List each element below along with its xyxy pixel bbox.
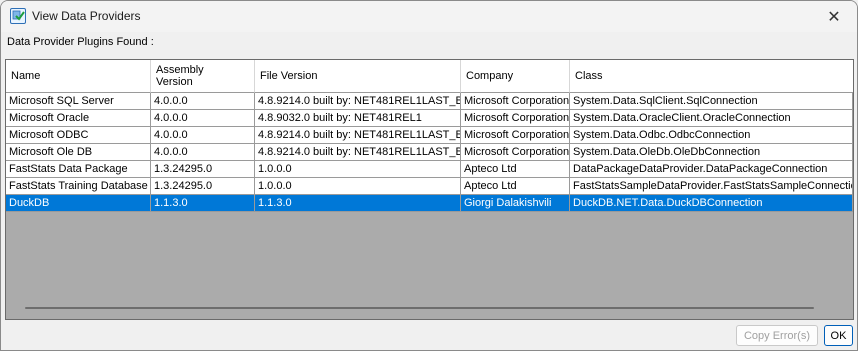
view-data-providers-dialog: View Data Providers ✕ Data Provider Plug…	[0, 0, 858, 351]
cell-file-version[interactable]: 4.8.9032.0 built by: NET481REL1	[255, 110, 461, 127]
cell-file-version[interactable]: 1.0.0.0	[255, 161, 461, 178]
column-header-company[interactable]: Company	[461, 60, 570, 93]
cell-name[interactable]: Microsoft SQL Server	[6, 93, 151, 110]
table-row[interactable]: Microsoft Ole DB 4.0.0.0 4.8.9214.0 built …	[6, 144, 853, 161]
cell-class[interactable]: System.Data.SqlClient.SqlConnection	[570, 93, 853, 110]
plugins-found-label: Data Provider Plugins Found :	[7, 36, 154, 48]
cell-company[interactable]: Microsoft Corporation	[461, 110, 570, 127]
cell-assembly-version[interactable]: 4.0.0.0	[151, 110, 255, 127]
table-row[interactable]: FastStats Training Database 1.3.24295.0 1.…	[6, 178, 853, 195]
cell-company[interactable]: Giorgi Dalakishvili	[461, 195, 570, 212]
cell-name[interactable]: FastStats Data Package	[6, 161, 151, 178]
cell-file-version[interactable]: 4.8.9214.0 built by: NET481REL1LAST_B	[255, 144, 461, 161]
data-provider-app-icon	[10, 8, 26, 24]
table-row[interactable]: Microsoft Oracle 4.0.0.0 4.8.9032.0 built …	[6, 110, 853, 127]
cell-class[interactable]: System.Data.OracleClient.OracleConnectio…	[570, 110, 853, 127]
cell-class[interactable]: System.Data.Odbc.OdbcConnection	[570, 127, 853, 144]
cell-assembly-version[interactable]: 1.1.3.0	[151, 195, 255, 212]
cell-file-version[interactable]: 4.8.9214.0 built by: NET481REL1LAST_B	[255, 127, 461, 144]
cell-file-version[interactable]: 1.0.0.0	[255, 178, 461, 195]
ok-button[interactable]: OK	[824, 325, 853, 346]
cell-company[interactable]: Microsoft Corporation	[461, 127, 570, 144]
copy-errors-button[interactable]: Copy Error(s)	[736, 325, 818, 346]
cell-assembly-version[interactable]: 4.0.0.0	[151, 144, 255, 161]
table-row[interactable]: Microsoft SQL Server 4.0.0.0 4.8.9214.0 bu…	[6, 93, 853, 110]
cell-name[interactable]: FastStats Training Database	[6, 178, 151, 195]
cell-name[interactable]: Microsoft ODBC	[6, 127, 151, 144]
column-header-assembly-version[interactable]: Assembly Version	[151, 60, 255, 93]
close-icon[interactable]: ✕	[811, 1, 857, 32]
window-title: View Data Providers	[32, 9, 141, 23]
table-row[interactable]: DuckDB 1.1.3.0 1.1.3.0 Giorgi Dalakishvili D…	[6, 195, 853, 212]
column-header-name[interactable]: Name	[6, 60, 151, 93]
cell-company[interactable]: Microsoft Corporation	[461, 93, 570, 110]
cell-assembly-version[interactable]: 1.3.24295.0	[151, 161, 255, 178]
table-row[interactable]: FastStats Data Package 1.3.24295.0 1.0.0.0…	[6, 161, 853, 178]
title-bar[interactable]: View Data Providers ✕	[1, 1, 857, 32]
providers-grid[interactable]: Name Assembly Version File Version Compa…	[5, 59, 854, 320]
cell-class[interactable]: DataPackageDataProvider.DataPackageConne…	[570, 161, 853, 178]
cell-file-version[interactable]: 1.1.3.0	[255, 195, 461, 212]
cell-name[interactable]: Microsoft Ole DB	[6, 144, 151, 161]
cell-company[interactable]: Microsoft Corporation	[461, 144, 570, 161]
column-header-class[interactable]: Class	[570, 60, 853, 93]
cell-file-version[interactable]: 4.8.9214.0 built by: NET481REL1LAST_B	[255, 93, 461, 110]
cell-name[interactable]: Microsoft Oracle	[6, 110, 151, 127]
cell-assembly-version[interactable]: 1.3.24295.0	[151, 178, 255, 195]
cell-name[interactable]: DuckDB	[6, 195, 151, 212]
column-header-assembly-version-label: Assembly Version	[156, 64, 204, 88]
horizontal-scrollbar[interactable]	[25, 307, 814, 309]
cell-assembly-version[interactable]: 4.0.0.0	[151, 127, 255, 144]
column-header-file-version[interactable]: File Version	[255, 60, 461, 93]
cell-company[interactable]: Apteco Ltd	[461, 161, 570, 178]
cell-class[interactable]: FastStatsSampleDataProvider.FastStatsSam…	[570, 178, 853, 195]
cell-assembly-version[interactable]: 4.0.0.0	[151, 93, 255, 110]
table-row[interactable]: Microsoft ODBC 4.0.0.0 4.8.9214.0 built by…	[6, 127, 853, 144]
cell-company[interactable]: Apteco Ltd	[461, 178, 570, 195]
cell-class[interactable]: DuckDB.NET.Data.DuckDBConnection	[570, 195, 853, 212]
cell-class[interactable]: System.Data.OleDb.OleDbConnection	[570, 144, 853, 161]
